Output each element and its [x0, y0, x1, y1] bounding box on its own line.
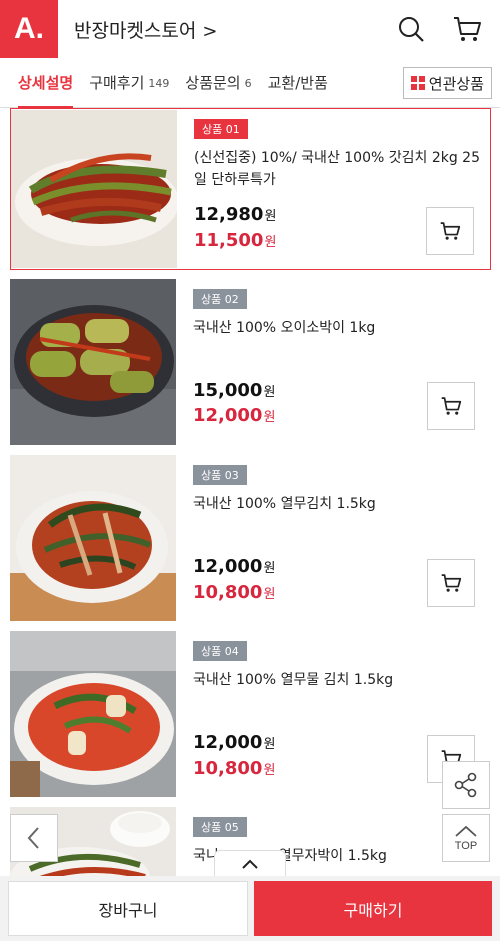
chevron-right-icon: > [202, 20, 218, 42]
product-badge: 상품 01 [194, 119, 248, 139]
add-to-cart-button[interactable] [427, 382, 475, 430]
purchase-bar: 장바구니 구매하기 [0, 876, 500, 941]
brand-logo[interactable]: A. [0, 0, 58, 58]
tab-exchange-return[interactable]: 교환/반품 [260, 58, 336, 108]
cart-icon [441, 397, 462, 415]
scroll-top-button[interactable]: TOP [442, 814, 490, 862]
sale-price: 11,500원 [194, 230, 277, 251]
add-to-cart-bottom-button[interactable]: 장바구니 [8, 881, 248, 936]
share-button[interactable] [442, 761, 490, 809]
product-item[interactable]: 상품 03 국내산 100% 열무김치 1.5kg 12,000원 10,800… [10, 455, 491, 621]
tab-label: 상세설명 [18, 74, 74, 92]
store-name: 반장마켓스토어 [74, 19, 197, 42]
product-name: 국내산 100% 오이소박이 1kg [193, 320, 376, 336]
related-products-button[interactable]: 연관상품 [402, 67, 492, 99]
cart-icon [441, 574, 462, 592]
product-item[interactable]: 상품 02 국내산 100% 오이소박이 1kg 15,000원 12,000원 [10, 279, 491, 445]
chevron-up-icon [455, 825, 477, 837]
product-badge: 상품 02 [193, 289, 247, 309]
original-price: 12,000원 [193, 732, 276, 753]
product-badge: 상품 04 [193, 641, 247, 661]
grid-icon [410, 76, 425, 90]
tab-inquiries[interactable]: 상품문의 6 [177, 58, 259, 108]
tab-label: 구매후기 [89, 74, 145, 92]
product-image[interactable] [10, 455, 176, 621]
sale-price: 12,000원 [193, 405, 276, 426]
product-badge: 상품 05 [193, 817, 247, 837]
prev-button[interactable] [10, 814, 58, 862]
product-name: 국내산 100% 열무김치 1.5kg [193, 496, 376, 512]
original-price: 15,000원 [193, 380, 276, 401]
product-badge: 상품 03 [193, 465, 247, 485]
store-name-link[interactable]: 반장마켓스토어 > [74, 16, 396, 43]
add-to-cart-button[interactable] [426, 207, 474, 255]
product-image[interactable] [10, 631, 176, 797]
product-name: 국내산 100% 열무물 김치 1.5kg [193, 672, 394, 688]
top-label: TOP [454, 840, 478, 852]
tab-description[interactable]: 상세설명 [10, 58, 81, 109]
tab-label: 상품문의 [185, 74, 241, 92]
buy-now-button[interactable]: 구매하기 [254, 881, 492, 936]
product-image[interactable] [10, 279, 176, 445]
cart-icon [440, 222, 461, 240]
review-count: 149 [148, 77, 170, 90]
product-item[interactable]: 상품 01 (신선집중) 10%/ 국내산 100% 갓김치 2kg 25일 단… [10, 108, 491, 270]
expand-options-button[interactable] [214, 850, 286, 876]
share-icon [454, 772, 477, 798]
chevron-left-icon [27, 827, 39, 849]
product-name: (신선집중) 10%/ 국내산 100% 갓김치 2kg 25일 단하루특가 [194, 150, 480, 188]
app-header: A. 반장마켓스토어 > [0, 0, 500, 58]
sale-price: 10,800원 [193, 582, 276, 603]
inquiry-count: 6 [244, 77, 252, 90]
cart-icon[interactable] [452, 14, 482, 44]
search-icon[interactable] [396, 14, 426, 44]
product-item[interactable]: 상품 04 국내산 100% 열무물 김치 1.5kg 12,000원 10,8… [10, 631, 491, 797]
product-image[interactable] [11, 110, 177, 268]
sale-price: 10,800원 [193, 758, 276, 779]
add-to-cart-button[interactable] [427, 559, 475, 607]
related-products-label: 연관상품 [428, 74, 484, 93]
original-price: 12,000원 [193, 556, 276, 577]
tab-label: 교환/반품 [267, 74, 328, 92]
tab-reviews[interactable]: 구매후기 149 [81, 58, 177, 108]
detail-tabs: 상세설명 구매후기 149 상품문의 6 교환/반품 연관상품 [0, 58, 500, 109]
chevron-up-icon [242, 859, 258, 869]
original-price: 12,980원 [194, 204, 277, 225]
